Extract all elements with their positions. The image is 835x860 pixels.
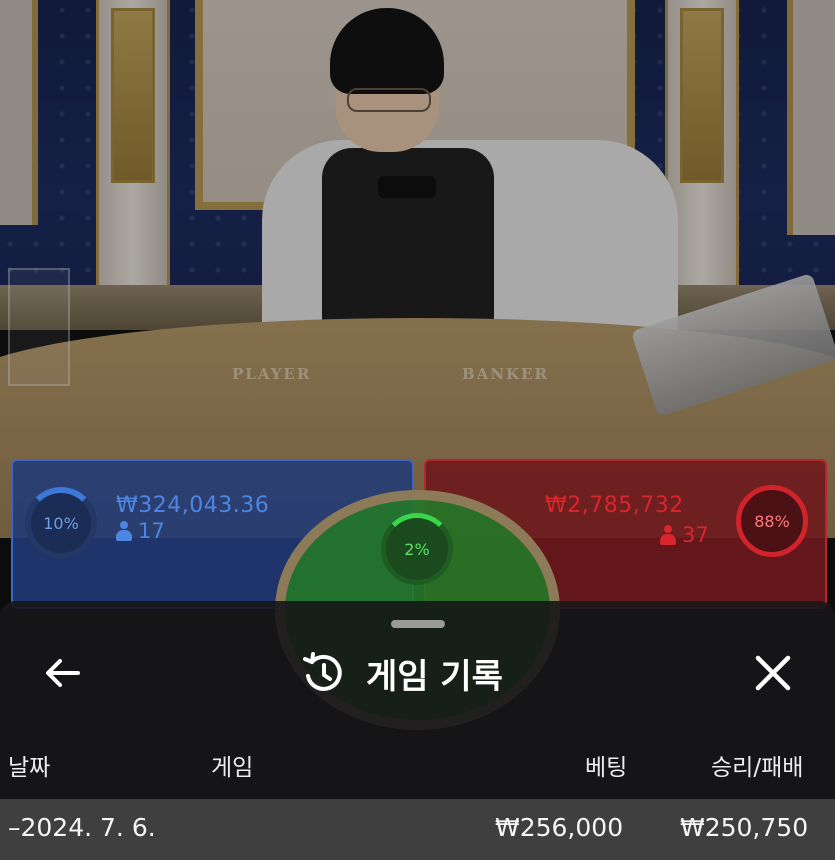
row-date-cell: –2024. 7. 6. <box>8 813 156 842</box>
column-header-win-loss: 승리/패배 <box>711 755 804 781</box>
row-win-loss: ₩250,750 <box>680 813 809 842</box>
close-icon <box>755 655 791 691</box>
banker-percent: 88% <box>754 511 790 531</box>
row-date: 2024. 7. 6. <box>20 813 156 842</box>
column-header-bet: 베팅 <box>585 755 628 781</box>
tie-percent: 2% <box>404 539 430 559</box>
row-prefix: – <box>8 813 21 842</box>
sheet-header: 게임 기록 <box>300 645 503 701</box>
sheet-title: 게임 기록 <box>366 656 503 697</box>
row-bet: ₩256,000 <box>495 813 624 842</box>
column-header-game: 게임 <box>211 755 254 781</box>
person-icon <box>660 525 676 545</box>
banker-bet-amount: ₩2,785,732 <box>545 493 684 518</box>
player-bet-amount: ₩324,043.36 <box>116 493 270 518</box>
player-percent: 10% <box>43 513 79 533</box>
player-bettors: 17 <box>138 519 165 543</box>
history-icon <box>303 652 342 691</box>
close-button[interactable] <box>750 650 796 696</box>
back-button[interactable] <box>40 650 86 696</box>
banker-bettors: 37 <box>682 523 709 547</box>
arrow-left-icon <box>46 659 80 687</box>
sheet-drag-handle[interactable] <box>391 620 445 628</box>
person-icon <box>116 521 132 541</box>
banker-percent-ring: 88% <box>736 485 808 557</box>
banker-bettor-count: 37 <box>660 523 709 547</box>
player-percent-ring: 10% <box>25 487 97 559</box>
player-bettor-count: 17 <box>116 519 165 543</box>
column-header-date: 날짜 <box>8 755 51 781</box>
tie-percent-ring: 2% <box>381 513 453 585</box>
